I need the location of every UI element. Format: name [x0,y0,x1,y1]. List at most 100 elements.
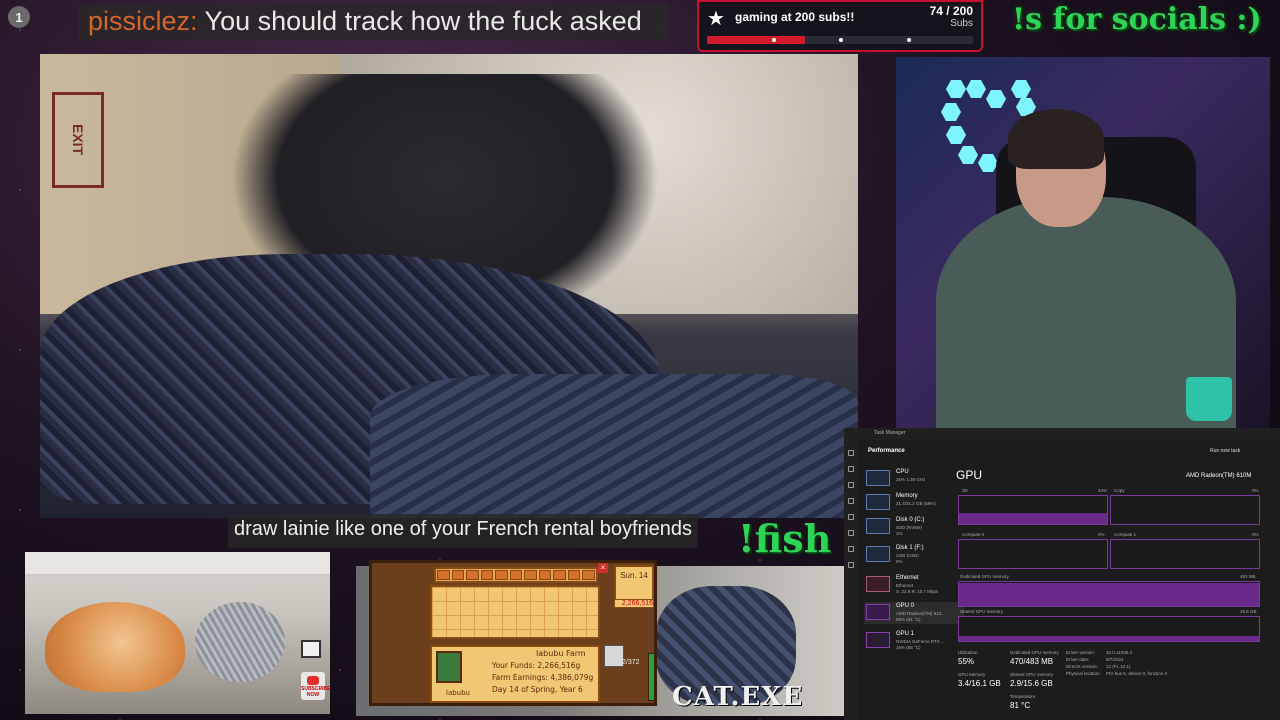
details-icon[interactable] [848,546,854,552]
main-camera-feed: EXIT [40,54,858,518]
driver-value: PCI bus 5, device 0, function 0 [1106,671,1168,676]
socials-command: !s for socials :) [1012,2,1262,37]
hex-light [946,126,966,144]
cup [1186,377,1232,421]
sidebar-item-disk0[interactable]: Disk 0 (C:) SSD (NVMe) 1% [864,516,964,538]
stat-label: Temperature [1010,694,1036,699]
history-icon[interactable] [848,498,854,504]
shared-memory-graph [958,616,1260,642]
graph-label: 3D [962,488,968,493]
startup-icon[interactable] [848,514,854,520]
sidebar-item-detail: 55% (81 °C) [896,617,921,622]
stat-value-shared: 2.9/15.6 GB [1010,679,1053,688]
graph-max: 0% [1098,532,1105,537]
sub-goal-unit: Subs [950,18,973,29]
section-title: Performance [868,448,905,454]
chat-message-top: pissiclez: You should track how the fuck… [78,4,668,40]
hex-light [978,154,998,172]
picture-in-picture-icon[interactable] [301,640,321,658]
sidebar-item-detail: Ethernet [896,583,914,588]
driver-value: 32.0.11036.4 [1106,650,1132,655]
chat-text: You should track how the fuck asked [204,6,642,36]
sidebar-item-detail: USB (USB) [896,553,919,558]
sidebar-item-detail: 0% [896,559,903,564]
chat-username: pissiclez: [88,6,198,36]
game-tabs[interactable] [434,567,598,583]
graph-fill [959,582,1259,606]
kitten [45,602,185,692]
graph-max: 15.6 GB [1240,609,1257,614]
sidebar-item-ethernet[interactable]: Ethernet Ethernet S: 23.9 R: 10.7 Mbps [864,574,964,596]
chat-message-bottom: draw lainie like one of your French rent… [228,514,699,548]
farm-funds: Your Funds: 2,266,516g [492,661,581,670]
hex-light [986,90,1006,108]
graph-max: 483 MB [1240,574,1256,579]
sidebar-item-cpu[interactable]: CPU 26% 1.36 GHz [864,468,964,490]
stat-value-gpu-memory: 3.4/16.1 GB [958,679,1001,688]
driver-value: 12 (FL 12.1) [1106,664,1131,669]
stat-label: GPU Memory [958,672,986,677]
sub-goal-title: gaming at 200 subs!! [735,10,855,24]
stat-value-utilization: 55% [958,657,975,666]
farm-earnings: Farm Earnings: 4,386,079g [492,673,594,682]
stat-label: Shared GPU memory [1010,672,1054,677]
menu-icon[interactable] [848,450,854,456]
graph-label: Compute 1 [1114,532,1137,537]
nav-rail [844,440,858,720]
farm-info-panel: labubu labubu Farm Your Funds: 2,266,516… [430,645,600,703]
graph-max: 0% [1252,532,1259,537]
fish-command: !fish [738,516,832,561]
inventory-grid[interactable] [430,585,600,639]
item-count: 2/372 [622,659,640,666]
sidebar-item-disk1[interactable]: Disk 1 (F:) USB (USB) 0% [864,544,964,566]
farm-day: Day 14 of Spring, Year 6 [492,685,583,694]
progress-marker [907,38,911,42]
graph-label: Shared GPU memory [960,609,1004,614]
driver-key: Driver date: [1066,657,1090,662]
stardew-valley-game: × labubu labubu Farm Your Funds: 2,266,5… [369,560,657,706]
sub-goal-count: 74 / 200 Subs [930,4,973,29]
processes-icon[interactable] [848,466,854,472]
subscribe-button[interactable]: SUBSCRIBE NOW [301,672,330,700]
gold-counter: 2,266,516 [614,599,654,608]
sidebar-item-gpu1[interactable]: GPU 1 NVIDIA GeForce RTX ... 16% (68 °C) [864,630,964,652]
gpu-thumbnail [866,604,890,620]
trash-can-icon[interactable] [604,645,624,667]
yarn-ball [195,602,285,682]
ethernet-thumbnail [866,576,890,592]
gpu-compute1-graph [1110,539,1260,569]
sidebar-item-detail: 21.4/31.2 GB (69%) [896,501,936,506]
player-portrait [436,651,462,683]
sidebar-item-detail: 16% (68 °C) [896,645,921,650]
users-icon[interactable] [848,530,854,536]
hex-light [966,80,986,98]
cat-exe-label: CAT.EXE [672,682,804,712]
streamer-hair [1008,109,1104,169]
hex-light [958,146,978,164]
graph-label: Copy [1114,488,1125,493]
performance-icon[interactable] [848,482,854,488]
progress-marker [839,38,843,42]
close-icon[interactable]: × [598,563,608,573]
stat-label: Dedicated GPU memory [1010,650,1059,655]
sidebar-item-detail: 26% 1.36 GHz [896,477,926,482]
player-name: labubu [446,689,470,697]
gpu-thumbnail [866,632,890,648]
stat-value-dedicated: 470/483 MB [1010,657,1054,666]
sidebar-item-memory[interactable]: Memory 21.4/31.2 GB (69%) [864,492,964,514]
exit-sign: EXIT [52,92,104,188]
gpu-copy-graph [1110,495,1260,525]
driver-value: 8/7/2024 [1106,657,1124,662]
blanket [370,374,858,518]
energy-bar [648,653,654,701]
run-new-task-button[interactable]: Run new task [1210,448,1240,454]
youtube-icon [307,676,319,685]
graph-label: Dedicated GPU memory [960,574,1009,579]
sidebar-item-label: Memory [896,493,918,499]
sidebar-item-gpu0[interactable]: GPU 0 AMD Radeon(TM) 610... 55% (81 °C) [864,602,964,624]
star-icon: ★ [707,8,725,30]
services-icon[interactable] [848,562,854,568]
cat-video: SUBSCRIBE NOW [25,552,330,714]
webcam-feed [896,57,1270,429]
sidebar-item-detail: 1% [896,531,903,536]
